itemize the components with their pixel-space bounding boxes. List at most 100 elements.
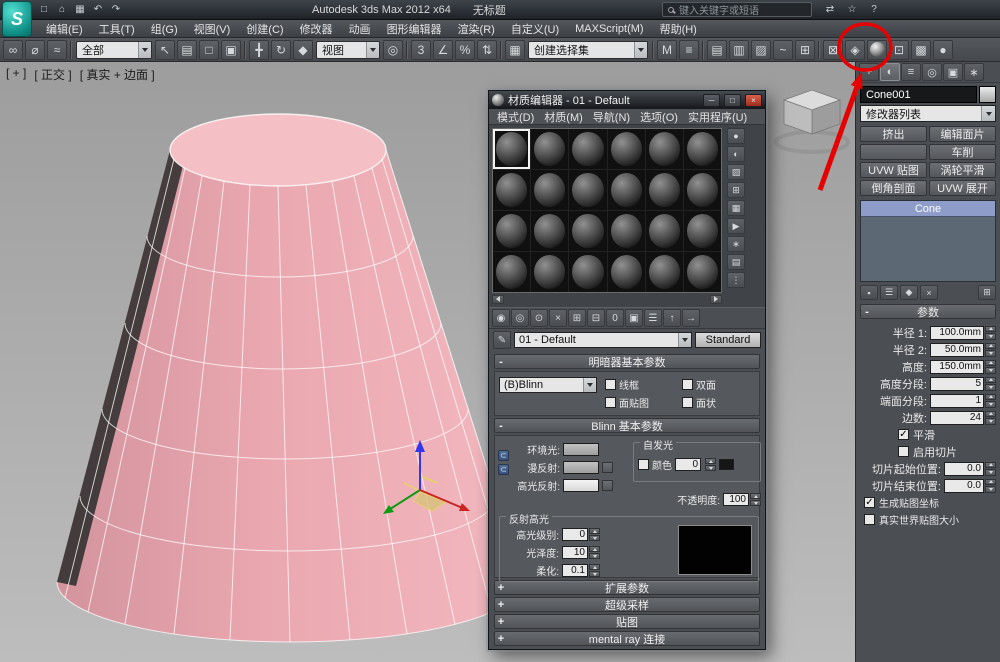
extended-parameters-rollout[interactable]: + 扩展参数	[494, 580, 760, 595]
favorites-icon[interactable]: ☆	[844, 2, 860, 18]
close-icon[interactable]: ×	[745, 94, 762, 107]
schematic-view-icon[interactable]: ⊞	[795, 40, 815, 60]
select-and-rotate-icon[interactable]: ↻	[271, 40, 291, 60]
faceted-checkbox[interactable]	[682, 397, 693, 408]
material-effects-channel-icon[interactable]: 0	[606, 309, 624, 327]
blinn-rollout-header[interactable]: - Blinn 基本参数	[494, 418, 760, 433]
maps-rollout[interactable]: + 贴图	[494, 614, 760, 629]
sides-spinner[interactable]	[985, 411, 996, 425]
shader-rollout-header[interactable]: - 明暗器基本参数	[494, 354, 760, 369]
material-sample-slot[interactable]	[646, 211, 683, 251]
tab-utilities-icon[interactable]: ∗	[964, 63, 984, 81]
real-world-map-checkbox[interactable]	[864, 514, 875, 525]
use-pivot-center-icon[interactable]: ◎	[383, 40, 403, 60]
modifier-list-dropdown[interactable]: 修改器列表	[860, 105, 996, 122]
select-by-material-icon[interactable]: ▤	[727, 254, 745, 270]
modifier-button-edit-patch[interactable]: 编辑面片	[929, 126, 996, 142]
unlink-selection-icon[interactable]: ⌀	[25, 40, 45, 60]
material-sample-slot[interactable]	[531, 129, 568, 169]
scene-explorer-icon[interactable]: ▤	[707, 40, 727, 60]
me-menu-options[interactable]: 选项(O)	[635, 109, 683, 125]
select-by-name-icon[interactable]: ▤	[177, 40, 197, 60]
curve-editor-icon[interactable]: ~	[773, 40, 793, 60]
backlight-icon[interactable]: ◐	[727, 146, 745, 162]
angle-snap-icon[interactable]: ∠	[433, 40, 453, 60]
rendered-frame-window-icon[interactable]: ▩	[911, 40, 931, 60]
material-sample-slot[interactable]	[569, 170, 606, 210]
menu-maxscript[interactable]: MAXScript(M)	[567, 23, 651, 35]
material-map-navigator-icon[interactable]: ⋮	[727, 272, 745, 288]
material-sample-slot[interactable]	[531, 252, 568, 292]
opacity-field[interactable]: 100	[723, 493, 749, 506]
material-editor-titlebar[interactable]: 材质编辑器 - 01 - Default ─ □ ×	[489, 91, 765, 109]
material-editor-icon[interactable]	[867, 40, 887, 60]
height-segments-field[interactable]: 5	[930, 377, 984, 391]
material-sample-slot[interactable]	[569, 252, 606, 292]
material-name-dropdown[interactable]: 01 - Default	[514, 332, 692, 348]
app-logo-icon[interactable]: S	[2, 1, 32, 37]
opacity-spinner[interactable]	[750, 493, 761, 506]
lock-diffuse-specular-icon[interactable]: ⊂	[498, 464, 509, 475]
menu-customize[interactable]: 自定义(U)	[503, 21, 567, 37]
material-sample-slot[interactable]	[493, 252, 530, 292]
two-sided-checkbox[interactable]	[682, 379, 693, 390]
reset-map-icon[interactable]: ×	[549, 309, 567, 327]
viewcube[interactable]	[776, 90, 848, 152]
edit-named-selection-sets-icon[interactable]: ▦	[505, 40, 525, 60]
material-sample-slot[interactable]	[684, 211, 721, 251]
menu-edit[interactable]: 编辑(E)	[38, 21, 91, 37]
align-icon[interactable]: ≡	[679, 40, 699, 60]
material-sample-slot[interactable]	[531, 211, 568, 251]
me-menu-utilities[interactable]: 实用程序(U)	[683, 109, 752, 125]
material-sample-slot[interactable]	[493, 129, 530, 169]
tab-hierarchy-icon[interactable]: ≡	[901, 63, 921, 81]
material-sample-slot[interactable]	[684, 170, 721, 210]
snapshot-tool-icon[interactable]: ◈	[845, 40, 865, 60]
menu-group[interactable]: 组(G)	[143, 21, 186, 37]
window-crossing-toggle-icon[interactable]: ▣	[221, 40, 241, 60]
modifier-button-turbosmooth[interactable]: 涡轮平滑	[929, 162, 996, 178]
pin-stack-icon[interactable]: ▪	[860, 285, 878, 300]
reference-coordinate-dropdown[interactable]: 视图	[316, 41, 380, 59]
go-forward-to-sibling-icon[interactable]: →	[682, 309, 700, 327]
glossiness-field[interactable]: 10	[562, 546, 588, 559]
smooth-checkbox[interactable]: ✓	[898, 429, 909, 440]
select-and-link-icon[interactable]: ∞	[3, 40, 23, 60]
rectangular-selection-region-icon[interactable]: □	[199, 40, 219, 60]
render-setup-icon[interactable]: ⊡	[889, 40, 909, 60]
material-sample-slot[interactable]	[646, 129, 683, 169]
scroll-left-icon[interactable]	[492, 295, 504, 304]
menu-modifiers[interactable]: 修改器	[292, 21, 341, 37]
redo-icon[interactable]: ↷	[108, 2, 124, 18]
show-map-in-viewport-icon[interactable]: ▣	[625, 309, 643, 327]
communication-center-icon[interactable]: ⇄	[822, 2, 838, 18]
save-file-icon[interactable]: ▦	[72, 2, 88, 18]
sides-field[interactable]: 24	[930, 411, 984, 425]
put-material-to-scene-icon[interactable]: ◎	[511, 309, 529, 327]
array-tool-icon[interactable]: ⊠	[823, 40, 843, 60]
modifier-button-optimize[interactable]	[860, 144, 927, 160]
ambient-color-swatch[interactable]	[563, 443, 599, 456]
make-unique-icon[interactable]: ◆	[900, 285, 918, 300]
specular-map-button[interactable]	[602, 480, 613, 491]
viewport-menu-general[interactable]: [ + ]	[6, 66, 26, 83]
menu-help[interactable]: 帮助(H)	[652, 21, 705, 37]
diffuse-color-swatch[interactable]	[563, 461, 599, 474]
material-sample-slot[interactable]	[684, 252, 721, 292]
me-menu-material[interactable]: 材质(M)	[539, 109, 588, 125]
remove-modifier-icon[interactable]: ×	[920, 285, 938, 300]
viewport-menu-shading[interactable]: [ 真实 + 边面 ]	[80, 66, 155, 83]
slice-from-field[interactable]: 0.0	[944, 462, 984, 476]
lock-ambient-diffuse-icon[interactable]: ⊂	[498, 450, 509, 461]
height-field[interactable]: 150.0mm	[930, 360, 984, 374]
height-spinner[interactable]	[985, 360, 996, 374]
menu-create[interactable]: 创建(C)	[238, 21, 291, 37]
selection-filter-dropdown[interactable]: 全部	[76, 41, 152, 59]
wire-checkbox[interactable]	[605, 379, 616, 390]
tab-create-icon[interactable]: +	[859, 63, 879, 81]
video-color-check-icon[interactable]: ▦	[727, 200, 745, 216]
help-icon[interactable]: ?	[866, 2, 882, 18]
named-selection-sets-dropdown[interactable]: 创建选择集	[528, 41, 648, 59]
select-and-scale-icon[interactable]: ◆	[293, 40, 313, 60]
sample-type-icon[interactable]: ●	[727, 128, 745, 144]
